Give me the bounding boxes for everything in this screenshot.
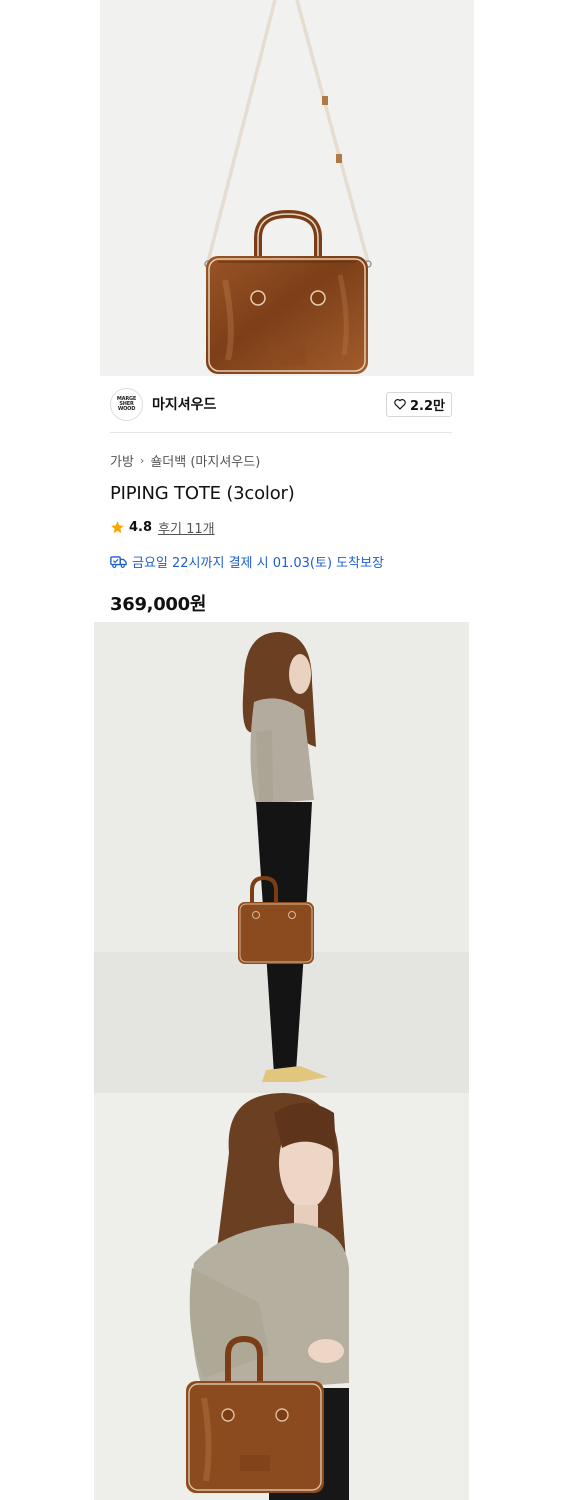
breadcrumb: 가방 › 숄더백 (마지셔우드) xyxy=(110,451,452,470)
product-info: MARGE SHER WOOD 마지셔우드 2.2만 가방 › 숄더백 (마지셔… xyxy=(110,376,452,616)
brand-logo[interactable]: MARGE SHER WOOD xyxy=(110,387,143,421)
model-front-illustration xyxy=(94,1093,469,1500)
rating-score: 4.8 xyxy=(129,520,153,535)
product-title: PIPING TOTE (3color) xyxy=(110,483,295,504)
brand-logo-text: MARGE SHER WOOD xyxy=(116,395,137,412)
delivery-text: 금요일 22시까지 결제 시 01.03(토) 도착보장 xyxy=(132,556,385,571)
like-count: 2.2만 xyxy=(410,398,445,414)
rating-row: 4.8 후기 11개 xyxy=(110,518,452,537)
brand-name[interactable]: 마지셔우드 xyxy=(152,394,216,414)
chevron-right-icon: › xyxy=(139,454,145,467)
delivery-guarantee: 금요일 22시까지 결제 시 01.03(토) 도착보장 xyxy=(110,552,452,571)
product-hero-image[interactable] xyxy=(100,0,474,376)
truck-icon xyxy=(110,555,127,568)
bag-illustration xyxy=(204,0,372,374)
brand-link[interactable]: MARGE SHER WOOD 마지셔우드 xyxy=(110,387,216,421)
reviews-link[interactable]: 후기 11개 xyxy=(158,518,215,537)
like-button[interactable]: 2.2만 xyxy=(386,391,452,417)
heart-outline-icon xyxy=(394,399,406,410)
product-price: 369,000원 xyxy=(110,594,207,615)
model-photo-front[interactable] xyxy=(94,1093,469,1500)
breadcrumb-item-category[interactable]: 가방 xyxy=(110,451,134,470)
model-side-illustration xyxy=(94,622,469,1093)
star-icon xyxy=(111,521,124,534)
model-photo-side[interactable] xyxy=(94,622,469,1093)
breadcrumb-item-subcategory[interactable]: 숄더백 (마지셔우드) xyxy=(150,451,260,470)
brand-row: MARGE SHER WOOD 마지셔우드 2.2만 xyxy=(110,376,452,433)
